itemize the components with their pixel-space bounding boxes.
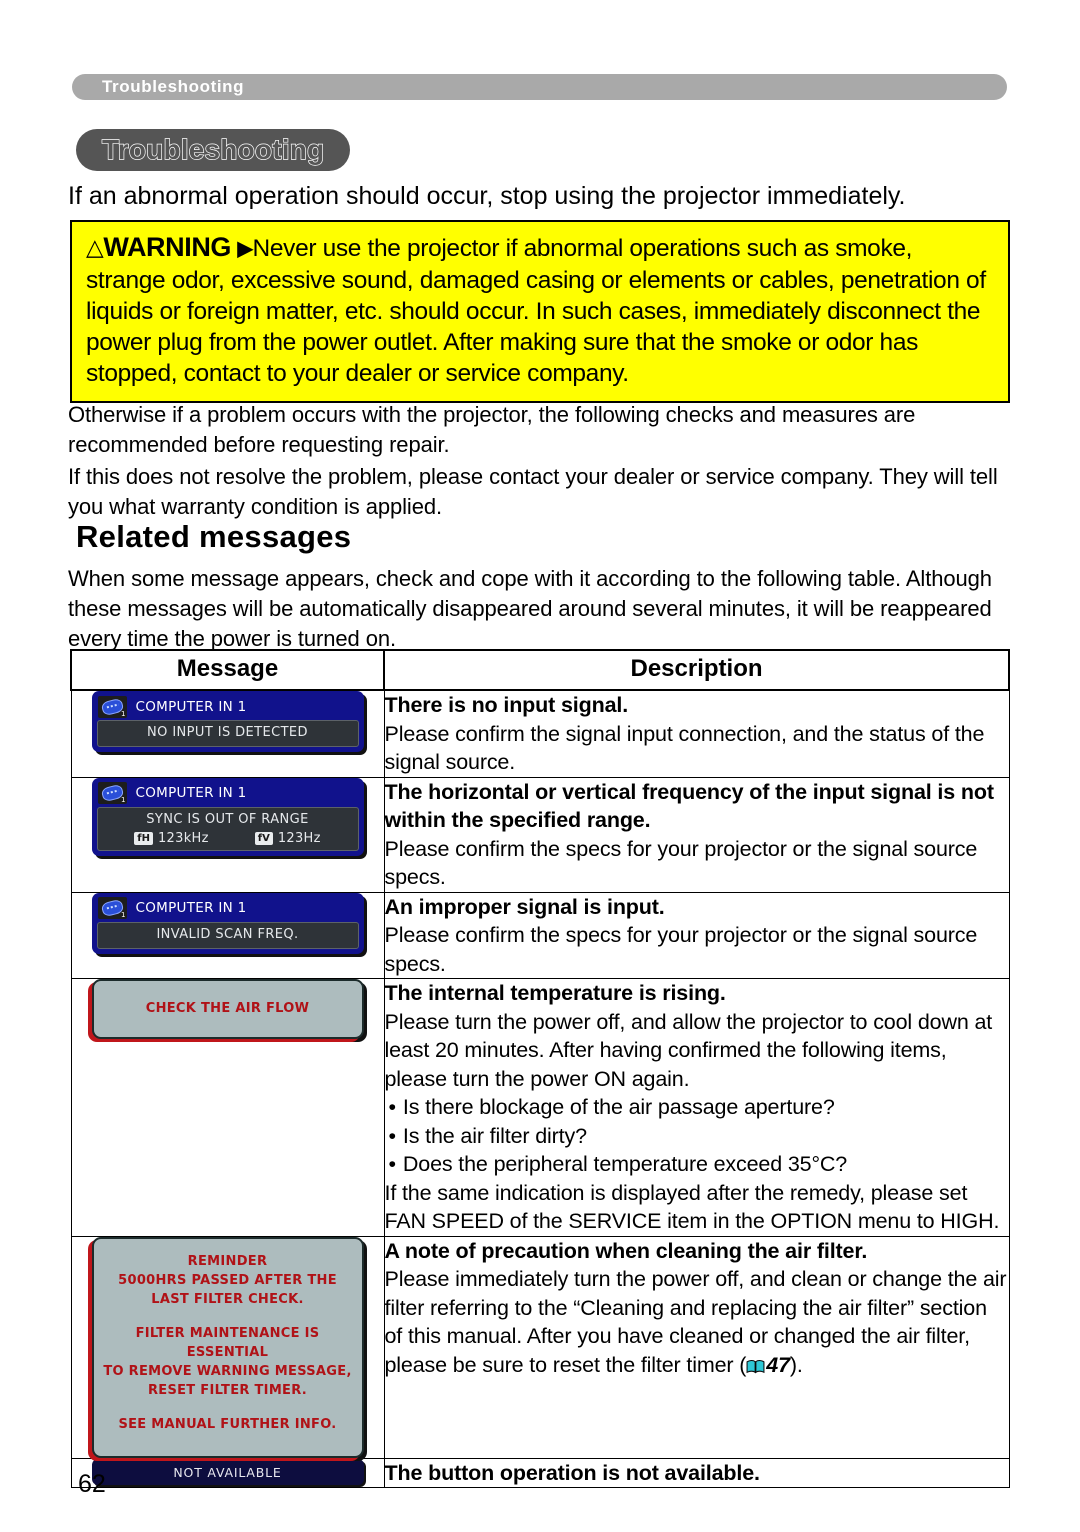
osd-frequency-row: fH 123kHz fV 123Hz xyxy=(98,831,358,846)
message-cell: NOT AVAILABLE xyxy=(70,1457,385,1488)
osd-panel-line: INVALID SCAN FREQ. xyxy=(156,926,299,942)
table-row: CHECK THE AIR FLOW The internal temperat… xyxy=(70,978,1010,1237)
description-cell: The button operation is not available. xyxy=(383,1457,1010,1488)
warning-label: WARNING xyxy=(103,232,232,262)
description-title: The horizontal or vertical frequency of … xyxy=(384,779,994,833)
table-row: NOT AVAILABLE The button operation is no… xyxy=(70,1457,1010,1488)
description-title: A note of precaution when cleaning the a… xyxy=(384,1238,868,1263)
list-item: Is the air filter dirty? xyxy=(385,1122,1009,1151)
description-cell: The horizontal or vertical frequency of … xyxy=(383,776,1010,893)
osd-panel-line: NO INPUT IS DETECTED xyxy=(147,725,308,740)
computer-input-connector-icon: 1 xyxy=(97,695,127,718)
table-row: REMINDER 5000HRS PASSED AFTER THE LAST F… xyxy=(70,1235,1010,1459)
osd-plate-line: FILTER MAINTENANCE IS ESSENTIAL xyxy=(135,1325,320,1360)
chapter-title-label: Troubleshooting xyxy=(101,133,325,165)
description-title: There is no input signal. xyxy=(384,693,629,717)
osd-horizontal-frequency: fH 123kHz xyxy=(134,831,208,846)
osd-titlebar: 1 COMPUTER IN 1 xyxy=(92,893,364,921)
osd-plate-line: REMINDER xyxy=(187,1253,268,1269)
warning-text-block: △WARNING ▶Never use the projector if abn… xyxy=(86,232,994,389)
message-cell: 1 COMPUTER IN 1 NO INPUT IS DETECTED xyxy=(70,689,385,778)
description-footer: If the same indication is displayed afte… xyxy=(384,1180,1000,1234)
table-row: 1 COMPUTER IN 1 SYNC IS OUT OF RANGE fH … xyxy=(70,776,1010,893)
osd-plate-spacer xyxy=(94,1309,362,1324)
fh-value: 123kHz xyxy=(157,830,209,846)
osd-panel: INVALID SCAN FREQ. xyxy=(96,921,359,949)
section-heading-related-messages: Related messages xyxy=(76,519,352,554)
paragraph-unresolved: If this does not resolve the problem, pl… xyxy=(68,464,998,519)
description-body: Please immediately turn the power off, a… xyxy=(384,1267,1007,1377)
osd-message-no-input: 1 COMPUTER IN 1 NO INPUT IS DETECTED xyxy=(91,691,364,752)
osd-panel: NO INPUT IS DETECTED xyxy=(96,720,359,747)
description-body: Please confirm the specs for your projec… xyxy=(384,836,978,890)
paragraph-related-intro: When some message appears, check and cop… xyxy=(68,566,992,651)
osd-title: COMPUTER IN 1 xyxy=(135,698,247,715)
list-item: Does the peripheral temperature exceed 3… xyxy=(385,1150,1009,1179)
osd-plate-line: 5000HRS PASSED AFTER THE xyxy=(118,1272,337,1288)
description-body: Please turn the power off, and allow the… xyxy=(384,1009,993,1091)
warning-arrow-icon: ▶ xyxy=(237,238,253,260)
lead-paragraph: If an abnormal operation should occur, s… xyxy=(68,182,906,210)
warning-triangle-icon: △ xyxy=(86,234,104,260)
osd-panel-line: SYNC IS OUT OF RANGE xyxy=(146,811,309,827)
description-cell: There is no input signal. Please confirm… xyxy=(383,689,1010,778)
fh-tag-icon: fH xyxy=(134,831,153,845)
osd-titlebar: 1 COMPUTER IN 1 xyxy=(92,778,364,806)
reference-page-number: 47 xyxy=(766,1352,790,1377)
page-number: 62 xyxy=(78,1470,106,1498)
description-body: Please confirm the signal input connecti… xyxy=(384,721,985,775)
running-header-label: Troubleshooting xyxy=(102,77,245,96)
related-messages-table: Message Description 1 COMPUTER IN 1 NO I… xyxy=(70,649,1010,1488)
osd-title: COMPUTER IN 1 xyxy=(135,785,247,801)
description-cell: A note of precaution when cleaning the a… xyxy=(383,1235,1010,1459)
osd-plate-line: CHECK THE AIR FLOW xyxy=(145,1001,310,1016)
column-header-message: Message xyxy=(70,649,385,691)
column-header-description: Description xyxy=(383,649,1010,691)
book-icon xyxy=(746,1353,765,1373)
description-title: An improper signal is input. xyxy=(384,894,665,919)
description-title: The internal temperature is rising. xyxy=(384,981,726,1005)
description-bullet-list: Is there blockage of the air passage ape… xyxy=(385,1093,1009,1179)
chapter-title-pill: Troubleshooting xyxy=(76,129,351,171)
message-cell: 1 COMPUTER IN 1 SYNC IS OUT OF RANGE fH … xyxy=(70,776,385,893)
osd-message-sync-out-of-range: 1 COMPUTER IN 1 SYNC IS OUT OF RANGE fH … xyxy=(91,777,364,856)
warning-callout-box: △WARNING ▶Never use the projector if abn… xyxy=(70,220,1010,403)
paragraph-otherwise: Otherwise if a problem occurs with the p… xyxy=(68,402,916,457)
osd-titlebar: 1 COMPUTER IN 1 xyxy=(92,691,364,719)
computer-input-connector-icon: 1 xyxy=(97,782,127,804)
description-title: The button operation is not available. xyxy=(384,1460,761,1485)
osd-plate-spacer xyxy=(94,1400,362,1415)
osd-bar-label: NOT AVAILABLE xyxy=(173,1464,282,1480)
osd-plate-line: TO REMOVE WARNING MESSAGE, xyxy=(103,1363,352,1379)
osd-plate-line: RESET FILTER TIMER. xyxy=(147,1382,308,1398)
computer-input-connector-icon: 1 xyxy=(97,897,127,919)
osd-message-check-air-flow: CHECK THE AIR FLOW xyxy=(91,979,364,1039)
table-row: 1 COMPUTER IN 1 NO INPUT IS DETECTED The… xyxy=(70,689,1010,778)
osd-title: COMPUTER IN 1 xyxy=(135,900,247,916)
message-cell: 1 COMPUTER IN 1 INVALID SCAN FREQ. xyxy=(70,891,385,979)
osd-message-filter-reminder: REMINDER 5000HRS PASSED AFTER THE LAST F… xyxy=(91,1236,364,1458)
table-row: 1 COMPUTER IN 1 INVALID SCAN FREQ. An im… xyxy=(70,891,1010,979)
table-header-row: Message Description xyxy=(70,649,1010,691)
description-cell: An improper signal is input. Please conf… xyxy=(383,891,1010,979)
fv-tag-icon: fV xyxy=(254,831,273,845)
message-cell: CHECK THE AIR FLOW xyxy=(70,978,385,1237)
osd-plate-line: LAST FILTER CHECK. xyxy=(151,1291,304,1307)
osd-panel: SYNC IS OUT OF RANGE fH 123kHz fV 123Hz xyxy=(96,806,359,851)
description-cell: The internal temperature is rising. Plea… xyxy=(383,978,1010,1237)
osd-vertical-frequency: fV 123Hz xyxy=(254,830,321,846)
description-body-end: ). xyxy=(789,1352,803,1377)
fv-value: 123Hz xyxy=(277,830,321,846)
osd-message-invalid-scan-freq: 1 COMPUTER IN 1 INVALID SCAN FREQ. xyxy=(91,892,364,954)
description-body: Please confirm the specs for your projec… xyxy=(384,923,978,976)
running-header: Troubleshooting xyxy=(72,74,1007,100)
osd-message-not-available: NOT AVAILABLE xyxy=(91,1458,364,1485)
osd-plate-line: SEE MANUAL FURTHER INFO. xyxy=(118,1416,337,1432)
list-item: Is there blockage of the air passage ape… xyxy=(385,1093,1009,1122)
message-cell: REMINDER 5000HRS PASSED AFTER THE LAST F… xyxy=(70,1235,385,1459)
